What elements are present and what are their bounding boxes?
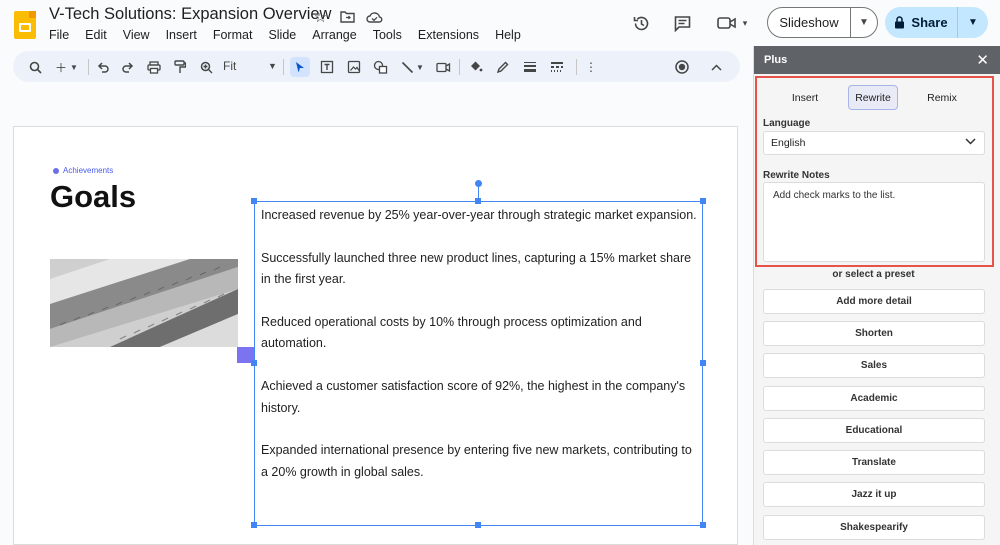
slide-title[interactable]: Goals (50, 179, 136, 215)
menu-tools[interactable]: Tools (373, 28, 402, 42)
rotate-handle[interactable] (475, 180, 482, 187)
text-box-content[interactable]: Increased revenue by 25% year-over-year … (261, 205, 699, 504)
lock-icon (895, 16, 905, 29)
meet-video-icon[interactable]: ▾ (714, 12, 750, 34)
resize-handle-bottom-right[interactable] (700, 522, 706, 528)
zoom-icon[interactable] (196, 57, 216, 77)
border-weight-icon[interactable] (520, 57, 540, 77)
cloud-status-icon[interactable] (365, 7, 384, 26)
slideshow-button[interactable]: Slideshow (768, 8, 851, 37)
body-paragraph: Reduced operational costs by 10% through… (261, 314, 642, 351)
redo-icon[interactable] (118, 57, 138, 77)
document-title[interactable]: V-Tech Solutions: Expansion Overview (49, 5, 331, 24)
collapse-toolbar-chevron-icon[interactable] (706, 57, 726, 77)
app-header: V-Tech Solutions: Expansion Overview ☆ F… (0, 0, 1000, 48)
preset-sales-button[interactable]: Sales (763, 353, 985, 378)
resize-handle-top-right[interactable] (700, 198, 706, 204)
record-icon[interactable] (672, 57, 692, 77)
menu-extensions[interactable]: Extensions (418, 28, 479, 42)
slideshow-options-chevron-icon[interactable]: ▼ (851, 17, 877, 28)
resize-handle-bottom-left[interactable] (251, 522, 257, 528)
section-tag-label: Achievements (63, 166, 114, 175)
insert-video-icon[interactable] (433, 57, 453, 77)
body-paragraph: Expanded international presence by enter… (261, 443, 692, 479)
slides-logo-icon[interactable] (14, 11, 36, 39)
preset-educational-button[interactable]: Educational (763, 418, 985, 443)
select-cursor-icon[interactable] (290, 57, 310, 77)
move-folder-icon[interactable] (338, 7, 357, 26)
preset-jazz-it-up-button[interactable]: Jazz it up (763, 482, 985, 507)
main-toolbar: ＋ ▼ Fit ▼ ▼ ⋮ (13, 51, 740, 82)
paint-format-icon[interactable] (170, 57, 190, 77)
body-paragraph: Increased revenue by 25% year-over-year … (261, 208, 697, 222)
menu-insert[interactable]: Insert (166, 28, 197, 42)
undo-icon[interactable] (93, 57, 113, 77)
preset-label: or select a preset (832, 269, 915, 280)
resize-handle-bottom[interactable] (475, 522, 481, 528)
preset-shorten-button[interactable]: Shorten (763, 321, 985, 346)
panel-title: Plus (764, 54, 788, 66)
section-tag[interactable]: Achievements (53, 166, 113, 175)
version-history-icon[interactable] (630, 12, 652, 34)
fill-color-icon[interactable] (466, 57, 486, 77)
bullet-dot-icon (53, 167, 59, 174)
zoom-chevron-icon[interactable]: ▼ (268, 61, 277, 71)
star-icon[interactable]: ☆ (311, 7, 330, 26)
zoom-select[interactable]: Fit (223, 59, 236, 73)
menu-help[interactable]: Help (495, 28, 521, 42)
panel-header: Plus ✕ (754, 46, 1000, 74)
menu-arrange[interactable]: Arrange (312, 28, 356, 42)
menu-view[interactable]: View (123, 28, 150, 42)
body-paragraph: Achieved a customer satisfaction score o… (261, 378, 686, 415)
resize-handle-top-left[interactable] (251, 198, 257, 204)
slideshow-button-group: Slideshow ▼ (767, 7, 878, 38)
search-menus-icon[interactable] (25, 57, 45, 77)
highlight-box (755, 76, 994, 267)
menu-slide[interactable]: Slide (268, 28, 296, 42)
border-color-icon[interactable] (492, 57, 512, 77)
shape-icon[interactable] (370, 57, 390, 77)
building-photo-image[interactable] (50, 259, 238, 347)
menu-bar: File Edit View Insert Format Slide Arran… (49, 28, 537, 42)
share-button[interactable]: Share (885, 7, 958, 38)
chevron-down-icon: ▾ (742, 17, 748, 28)
preset-shakespearify-button[interactable]: Shakespearify (763, 515, 985, 540)
resize-handle-top[interactable] (475, 198, 481, 204)
resize-handle-left[interactable] (251, 360, 257, 366)
comments-icon[interactable] (671, 12, 693, 34)
line-chevron-icon[interactable]: ▼ (414, 57, 426, 77)
menu-file[interactable]: File (49, 28, 69, 42)
insert-image-icon[interactable] (344, 57, 364, 77)
share-options-chevron-icon[interactable]: ▼ (958, 17, 988, 28)
resize-handle-right[interactable] (700, 360, 706, 366)
preset-translate-button[interactable]: Translate (763, 450, 985, 475)
body-paragraph: Successfully launched three new product … (261, 250, 692, 287)
menu-edit[interactable]: Edit (85, 28, 107, 42)
share-button-group: Share ▼ (885, 7, 988, 38)
title-actions: ☆ (311, 7, 384, 26)
preset-add-more-detail-button[interactable]: Add more detail (763, 289, 985, 314)
share-label: Share (911, 15, 948, 30)
print-icon[interactable] (144, 57, 164, 77)
menu-format[interactable]: Format (213, 28, 253, 42)
new-slide-chevron-icon[interactable]: ▼ (68, 57, 80, 77)
more-options-icon[interactable]: ⋮ (581, 57, 601, 77)
border-dash-icon[interactable] (547, 57, 567, 77)
preset-academic-button[interactable]: Academic (763, 386, 985, 411)
close-icon[interactable]: ✕ (976, 51, 989, 69)
text-box-icon[interactable] (317, 57, 337, 77)
